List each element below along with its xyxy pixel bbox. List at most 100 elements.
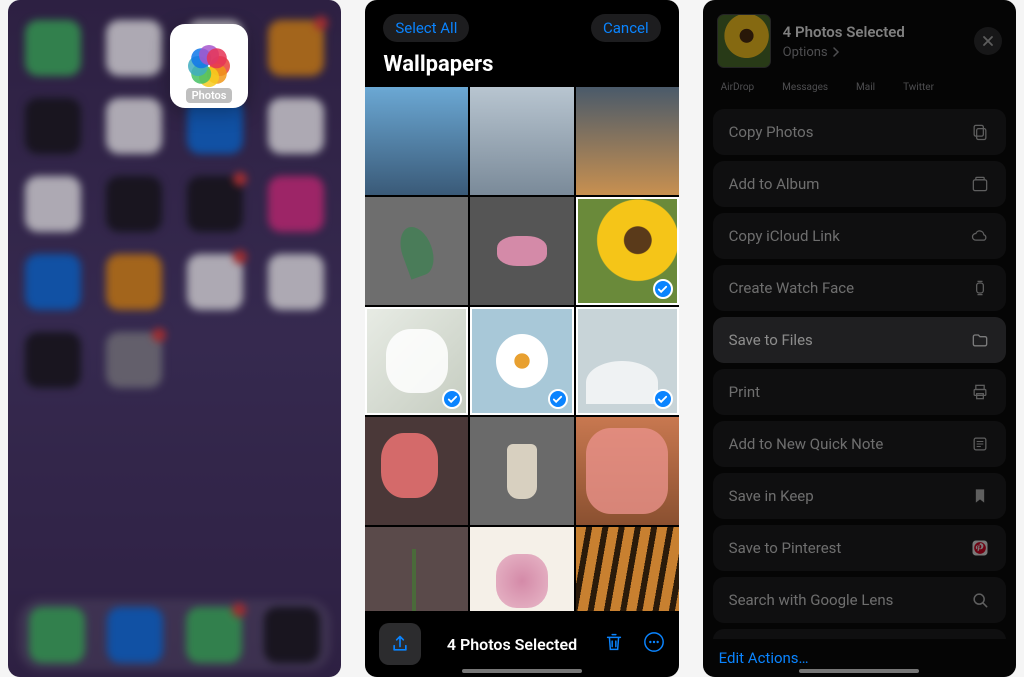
action-watch[interactable]: Create Watch Face <box>713 265 1006 311</box>
action-label: Save to Pinterest <box>729 539 842 557</box>
photo-thumb[interactable] <box>365 417 468 525</box>
photo-thumb[interactable] <box>576 527 679 611</box>
search-icon <box>970 590 990 610</box>
action-label: Create Watch Face <box>729 279 854 297</box>
app-icon[interactable] <box>106 98 162 154</box>
app-icon[interactable] <box>25 20 81 76</box>
photo-thumb[interactable] <box>470 527 573 611</box>
app-icon[interactable] <box>187 254 243 310</box>
action-album[interactable]: Add to Album <box>713 161 1006 207</box>
photos-app-icon <box>186 43 232 89</box>
action-list: Copy Photos Add to Album Copy iCloud Link C… <box>703 103 1016 639</box>
photo-thumb-selected[interactable] <box>576 197 679 305</box>
trash-button[interactable] <box>603 631 625 657</box>
dock-messages-icon[interactable] <box>186 607 242 663</box>
share-target-mail[interactable]: Mail <box>856 82 875 93</box>
home-indicator <box>799 669 919 673</box>
share-sheet-panel: 4 Photos Selected Options AirDrop Messag… <box>703 0 1016 677</box>
app-icon[interactable] <box>268 98 324 154</box>
close-button[interactable] <box>974 27 1002 55</box>
photo-grid <box>365 87 678 611</box>
folder-icon <box>970 330 990 350</box>
app-icon[interactable] <box>25 254 81 310</box>
photo-thumb[interactable] <box>576 87 679 195</box>
select-all-button[interactable]: Select All <box>383 14 469 42</box>
action-label: Save in Keep <box>729 487 814 505</box>
action-label: Copy iCloud Link <box>729 227 840 245</box>
dock-safari-icon[interactable] <box>107 607 163 663</box>
bottom-bar: 4 Photos Selected <box>365 611 678 677</box>
action-label: Add to Album <box>729 175 820 193</box>
action-copy[interactable]: Copy Photos <box>713 109 1006 155</box>
photo-thumb[interactable] <box>470 197 573 305</box>
album-title: Wallpapers <box>365 48 678 87</box>
cancel-button[interactable]: Cancel <box>591 14 661 42</box>
share-header: 4 Photos Selected Options <box>703 0 1016 78</box>
action-cloud[interactable]: Copy iCloud Link <box>713 213 1006 259</box>
app-icon[interactable] <box>268 254 324 310</box>
check-icon <box>653 389 673 409</box>
home-indicator <box>462 669 582 673</box>
app-icon[interactable] <box>25 98 81 154</box>
action-note[interactable]: Add to New Quick Note <box>713 421 1006 467</box>
print-icon <box>970 382 990 402</box>
copy-icon <box>970 122 990 142</box>
action-bookmark[interactable]: Save in Keep <box>713 473 1006 519</box>
photo-thumb[interactable] <box>470 417 573 525</box>
bookmark-icon <box>970 486 990 506</box>
app-icon[interactable] <box>187 176 243 232</box>
selection-header: Select All Cancel <box>365 0 678 48</box>
chevron-right-icon <box>832 47 840 57</box>
photos-app-popup[interactable]: Photos <box>170 24 248 108</box>
cloud-icon <box>970 226 990 246</box>
dock-music-icon[interactable] <box>264 607 320 663</box>
action-pinterest[interactable]: Save to Pinterest <box>713 525 1006 571</box>
share-title: 4 Photos Selected <box>783 23 962 41</box>
action-print[interactable]: Print <box>713 369 1006 415</box>
photos-app-label: Photos <box>186 88 233 103</box>
photo-thumb-selected[interactable] <box>576 307 679 415</box>
check-icon <box>653 279 673 299</box>
check-icon <box>442 389 462 409</box>
app-icon[interactable] <box>106 176 162 232</box>
watch-icon <box>970 278 990 298</box>
selected-count: 4 Photos Selected <box>431 635 592 654</box>
dock-phone-icon[interactable] <box>29 607 85 663</box>
photo-thumb[interactable] <box>470 87 573 195</box>
action-folder[interactable]: Save to Files <box>713 317 1006 363</box>
app-icon[interactable] <box>106 332 162 388</box>
share-button[interactable] <box>379 623 421 665</box>
check-icon <box>548 389 568 409</box>
app-icon[interactable] <box>268 176 324 232</box>
action-stack[interactable]: PDF converter <box>713 629 1006 639</box>
action-search[interactable]: Search with Google Lens <box>713 577 1006 623</box>
close-icon <box>982 35 994 47</box>
action-label: Copy Photos <box>729 123 814 141</box>
action-label: Print <box>729 383 760 401</box>
action-label: Save to Files <box>729 331 813 349</box>
action-label: Search with Google Lens <box>729 591 894 609</box>
share-options-button[interactable]: Options <box>783 45 962 60</box>
album-icon <box>970 174 990 194</box>
app-icon[interactable] <box>268 20 324 76</box>
photo-thumb-selected[interactable] <box>365 307 468 415</box>
share-target-airdrop[interactable]: AirDrop <box>721 82 755 93</box>
photos-selection-panel: Select All Cancel Wallpapers 4 P <box>365 0 678 677</box>
app-icon[interactable] <box>25 332 81 388</box>
photo-thumb-selected[interactable] <box>470 307 573 415</box>
share-target-messages[interactable]: Messages <box>782 82 828 93</box>
app-icon[interactable] <box>106 20 162 76</box>
share-app-row: AirDrop Messages Mail Twitter <box>703 78 1016 103</box>
app-icon[interactable] <box>25 176 81 232</box>
photo-thumb[interactable] <box>365 87 468 195</box>
home-dock <box>18 599 331 671</box>
share-target-twitter[interactable]: Twitter <box>903 82 934 93</box>
home-screen-panel: Photos <box>8 0 341 677</box>
more-button[interactable] <box>643 631 665 657</box>
photo-thumb[interactable] <box>365 197 468 305</box>
action-label: Add to New Quick Note <box>729 435 884 453</box>
photo-thumb[interactable] <box>576 417 679 525</box>
pinterest-icon <box>970 538 990 558</box>
photo-thumb[interactable] <box>365 527 468 611</box>
app-icon[interactable] <box>106 254 162 310</box>
